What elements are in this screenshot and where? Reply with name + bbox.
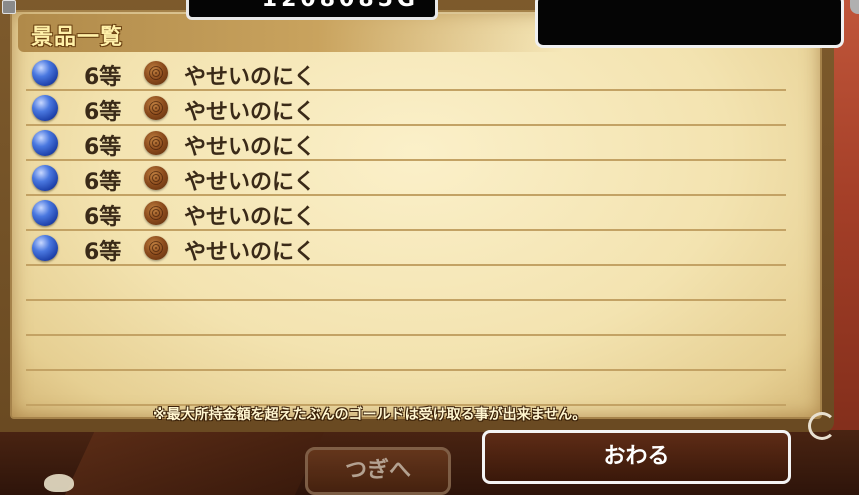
prize-rank: 6等 (84, 135, 122, 160)
prize-rank: 6等 (84, 240, 122, 265)
prize-name: やせいのにく (184, 65, 316, 90)
prize-rank: 6等 (84, 100, 122, 125)
empty-row (26, 336, 786, 371)
prize-rank: 6等 (84, 205, 122, 230)
gold-amount: 1208085G (262, 0, 419, 12)
next-button[interactable]: つぎへ (305, 447, 451, 495)
gold-display: 1208085G (186, 0, 438, 20)
prize-list: 6等 やせいのにく 6等 やせいのにく 6等 やせいのにく 6等 やせいのにく … (26, 56, 786, 406)
prize-name: やせいのにく (184, 205, 316, 230)
list-item: 6等 やせいのにく (26, 161, 786, 196)
prize-name: やせいのにく (184, 240, 316, 265)
list-item: 6等 やせいのにく (26, 126, 786, 161)
meat-icon (144, 96, 168, 120)
blue-orb-icon (32, 60, 58, 86)
blue-orb-icon (32, 130, 58, 156)
background-decoration (64, 430, 326, 495)
decoration-icon (44, 474, 74, 492)
prize-name: やせいのにく (184, 100, 316, 125)
blue-orb-icon (32, 200, 58, 226)
menu-corner-icon (2, 0, 16, 14)
prize-rank: 6等 (84, 170, 122, 195)
empty-row (26, 371, 786, 406)
finish-button[interactable]: おわる (482, 430, 791, 484)
list-item: 6等 やせいのにく (26, 91, 786, 126)
max-gold-notice: ※最大所持金額を超えたぶんのゴールドは受け取る事が出来ません。 (153, 407, 587, 423)
prize-name: やせいのにく (184, 170, 316, 195)
info-window (535, 0, 844, 48)
blue-orb-icon (32, 95, 58, 121)
meat-icon (144, 166, 168, 190)
meat-icon (144, 131, 168, 155)
list-item: 6等 やせいのにく (26, 231, 786, 266)
empty-row (26, 266, 786, 301)
prize-name: やせいのにく (184, 135, 316, 160)
list-item: 6等 やせいのにく (26, 196, 786, 231)
list-item: 6等 やせいのにく (26, 56, 786, 91)
empty-row (26, 301, 786, 336)
scroll-curl-icon (808, 412, 836, 440)
page-title: 景品一覧 (31, 25, 124, 50)
blue-orb-icon (32, 235, 58, 261)
meat-icon (144, 201, 168, 225)
meat-icon (144, 236, 168, 260)
prize-rank: 6等 (84, 65, 122, 90)
blue-orb-icon (32, 165, 58, 191)
meat-icon (144, 61, 168, 85)
